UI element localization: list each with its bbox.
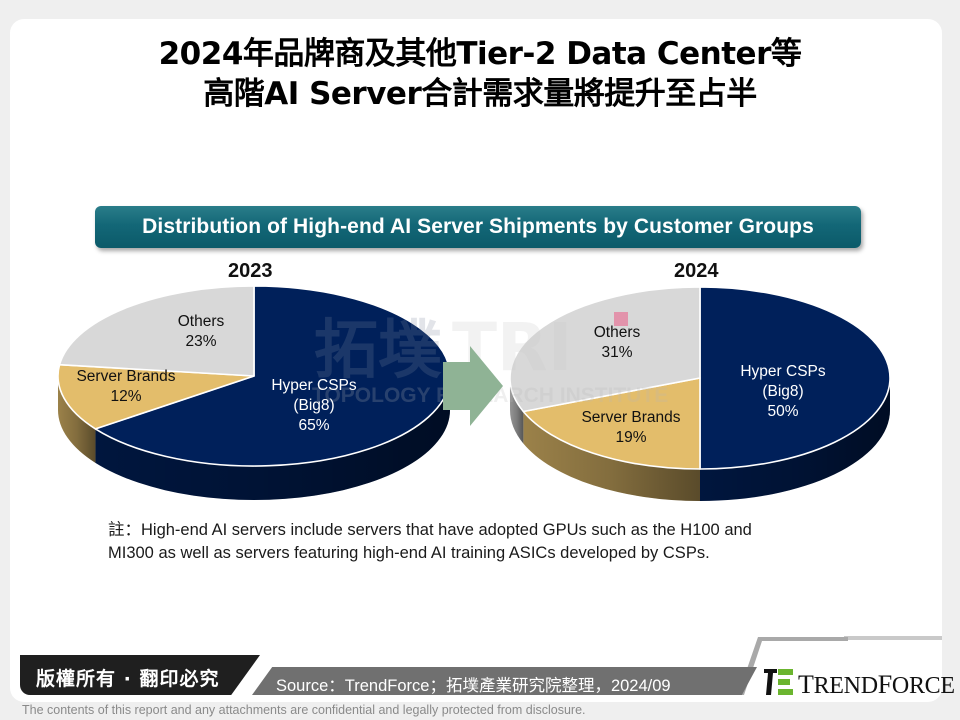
pie-label-name: Others <box>594 324 641 341</box>
pie-label-value: 50% <box>767 403 798 420</box>
disclaimer-text: The contents of this report and any atta… <box>22 703 586 717</box>
pie-label-name: (Big8) <box>293 397 334 414</box>
logo-text-orce: ORCE <box>891 673 955 699</box>
pie-label-name: Hyper CSPs <box>271 377 357 394</box>
pie-label-value: 19% <box>615 429 646 446</box>
pie-charts-svg: 拓墣 TRI TOPOLOGY RESEARCH INSTITUTE Hyper… <box>57 285 891 501</box>
footnote-line2: MI300 as well as servers featuring high-… <box>108 544 710 562</box>
footnote: 註：High-end AI servers include servers th… <box>108 519 868 565</box>
pie-label-name: Others <box>178 313 225 330</box>
pie-label-value: 31% <box>601 344 632 361</box>
pie-label-name: Server Brands <box>76 368 175 385</box>
trendforce-logo-icon <box>764 669 793 695</box>
pie-slice-others <box>58 285 255 377</box>
pie-label-name: Server Brands <box>581 409 680 426</box>
source-text: Source：TrendForce；拓墣產業研究院整理，2024/09 <box>276 677 671 695</box>
footnote-line1: 註：High-end AI servers include servers th… <box>108 519 868 542</box>
logo-text-t: T <box>798 670 814 699</box>
copyright-text: 版權所有 · 翻印必究 <box>36 668 220 690</box>
pie-label-value: 23% <box>185 333 216 350</box>
logo-text-f: F <box>877 670 892 699</box>
logo-text-rend: REND <box>813 673 878 699</box>
pie-label-value: 65% <box>298 417 329 434</box>
footer-divider <box>844 636 942 640</box>
footnote-prefix: 註： <box>108 521 141 539</box>
pie-label-name: (Big8) <box>762 383 803 400</box>
pie-label-value: 12% <box>110 388 141 405</box>
trendforce-logo-text: TRENDFORCE <box>798 670 955 700</box>
footnote-line1-text: High-end AI servers include servers that… <box>141 521 752 539</box>
pie-label-name: Hyper CSPs <box>740 363 826 380</box>
